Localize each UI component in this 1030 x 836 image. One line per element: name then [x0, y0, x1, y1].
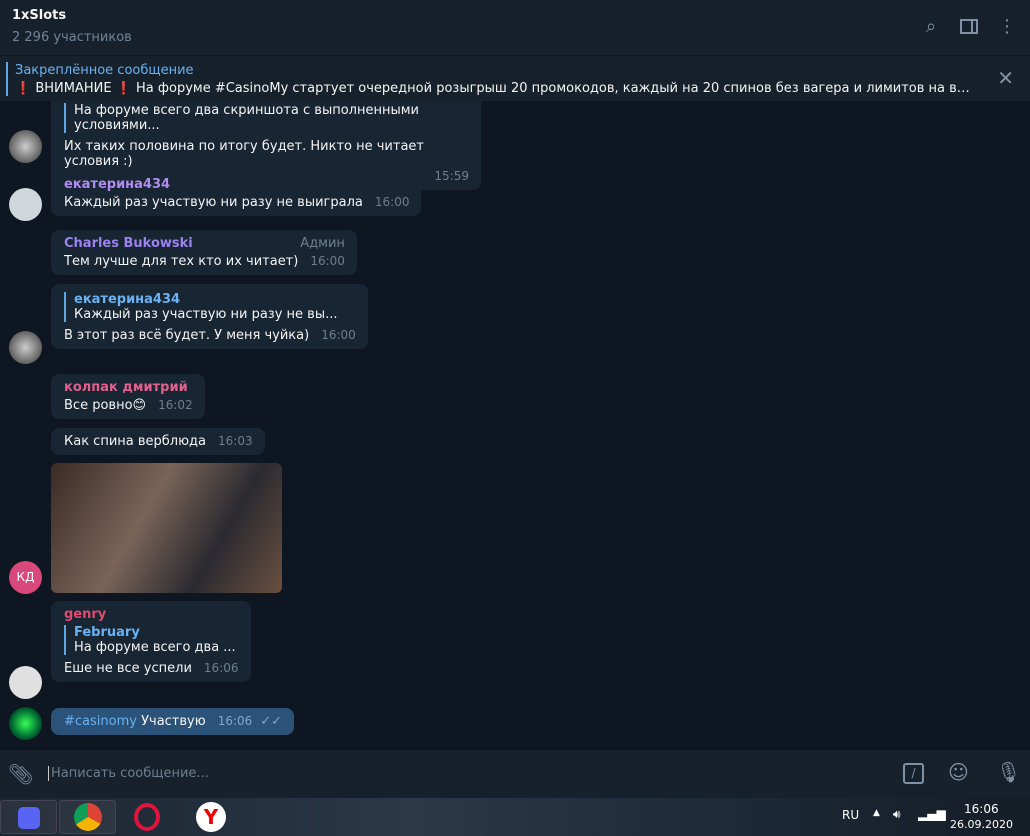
author-name[interactable]: Charles Bukowski	[64, 236, 193, 251]
reply-text: На форуме всего два ...	[74, 640, 236, 655]
message-time: 16:06	[203, 661, 239, 675]
admin-badge: Админ	[300, 236, 345, 251]
language-indicator[interactable]: RU	[842, 808, 859, 822]
pinned-text: ❗ ВНИМАНИЕ ❗ На форуме #CasinoMy стартуе…	[15, 81, 975, 96]
reply-text: Каждый раз участвую ни разу не вы...	[74, 307, 338, 322]
chrome-taskbar-button[interactable]	[59, 800, 116, 834]
microphone-icon[interactable]: 🎙︎	[996, 760, 1021, 784]
message-text: Все ровно😊	[64, 398, 147, 413]
message-time: 16:00	[321, 328, 356, 342]
sidebar-toggle-icon[interactable]	[958, 16, 980, 38]
chat-title[interactable]: 1xSlots	[12, 8, 66, 23]
attach-icon[interactable]: 📎︎	[8, 762, 33, 786]
message-text: В этот раз всё будет. У меня чуйка)	[64, 328, 310, 343]
network-icon[interactable]: ▂▄▆	[918, 807, 946, 821]
avatar[interactable]	[9, 188, 42, 221]
avatar[interactable]: КД	[9, 561, 42, 594]
message-time: 16:02	[158, 398, 193, 412]
clock-time[interactable]: 16:06	[964, 802, 999, 816]
message[interactable]: genry February На форуме всего два ... Еш…	[51, 601, 251, 682]
avatar[interactable]	[9, 130, 42, 163]
commands-icon[interactable]: /	[903, 763, 924, 784]
message-text: Участвую	[136, 714, 206, 729]
gif-media[interactable]	[51, 463, 282, 593]
author-name[interactable]: колпак дмитрий	[64, 380, 193, 395]
member-count: 2 296 участников	[12, 30, 132, 45]
message-text: Каждый раз участвую ни разу не выиграла	[64, 195, 363, 210]
yandex-icon[interactable]: Y	[196, 802, 226, 832]
clock-date[interactable]: 26.09.2020	[950, 818, 1013, 831]
message-time: 16:03	[218, 434, 253, 448]
avatar[interactable]	[9, 707, 42, 740]
message[interactable]: Charles Bukowski Админ Тем лучше для тех …	[51, 230, 357, 275]
message-time: 16:00	[374, 195, 410, 209]
reply-author: екатерина434	[74, 292, 181, 307]
author-name[interactable]: genry	[64, 607, 239, 622]
reply-quote[interactable]: На форуме всего два скриншота с выполнен…	[64, 103, 469, 133]
message-text: Тем лучше для тех кто их читает)	[64, 254, 299, 269]
message-text: Еше не все успели	[64, 661, 192, 676]
chat-header: 1xSlots 2 296 участников ⌕ ⋮	[0, 0, 1030, 55]
pinned-label: Закреплённое сообщение	[15, 63, 194, 78]
author-name[interactable]: екатерина434	[64, 177, 409, 192]
message-text: Как спина верблюда	[64, 434, 207, 449]
opera-icon[interactable]	[134, 803, 160, 831]
reply-quote[interactable]: екатерина434 Каждый раз участвую ни разу …	[64, 292, 356, 322]
message-text: Их таких половина по итогу будет. Никто …	[64, 139, 424, 169]
close-icon[interactable]: ✕	[997, 66, 1014, 90]
message[interactable]: колпак дмитрий Все ровно😊 16:02	[51, 374, 205, 419]
reply-author: February	[74, 625, 140, 640]
emoji-icon[interactable]: ☺	[948, 760, 969, 784]
avatar[interactable]	[9, 666, 42, 699]
message-input[interactable]: Написать сообщение...	[48, 766, 209, 781]
tray-expand-icon[interactable]: ▲	[873, 808, 880, 818]
reply-quote[interactable]: February На форуме всего два ...	[64, 625, 239, 655]
volume-icon[interactable]: 🔊︎	[893, 807, 901, 822]
search-icon[interactable]: ⌕	[920, 16, 942, 38]
message[interactable]: екатерина434 Каждый раз участвую ни разу …	[51, 284, 368, 349]
message[interactable]: Как спина верблюда 16:03	[51, 428, 265, 455]
more-icon[interactable]: ⋮	[996, 16, 1018, 38]
reply-text: На форуме всего два скриншота с выполнен…	[74, 103, 420, 133]
taskbar: Y RU ▲ 🔊︎ ▂▄▆ 16:06 26.09.2020	[0, 798, 1030, 836]
discord-taskbar-button[interactable]	[0, 800, 57, 834]
composer: 📎︎ Написать сообщение... / ☺ 🎙︎	[0, 750, 1030, 798]
double-check-icon: ✓✓	[260, 714, 283, 729]
pinned-message[interactable]: Закреплённое сообщение ❗ ВНИМАНИЕ ❗ На ф…	[0, 55, 1030, 101]
message[interactable]: екатерина434 Каждый раз участвую ни разу…	[51, 171, 422, 216]
message-time: 16:00	[310, 254, 345, 268]
pin-bar	[6, 62, 8, 96]
avatar[interactable]	[9, 331, 42, 364]
message-time: 15:59	[434, 169, 469, 183]
hashtag-link[interactable]: #casinomy	[64, 714, 137, 729]
message[interactable]: #casinomy Участвую 16:06 ✓✓	[51, 708, 295, 735]
message-time: 16:06	[217, 714, 253, 728]
